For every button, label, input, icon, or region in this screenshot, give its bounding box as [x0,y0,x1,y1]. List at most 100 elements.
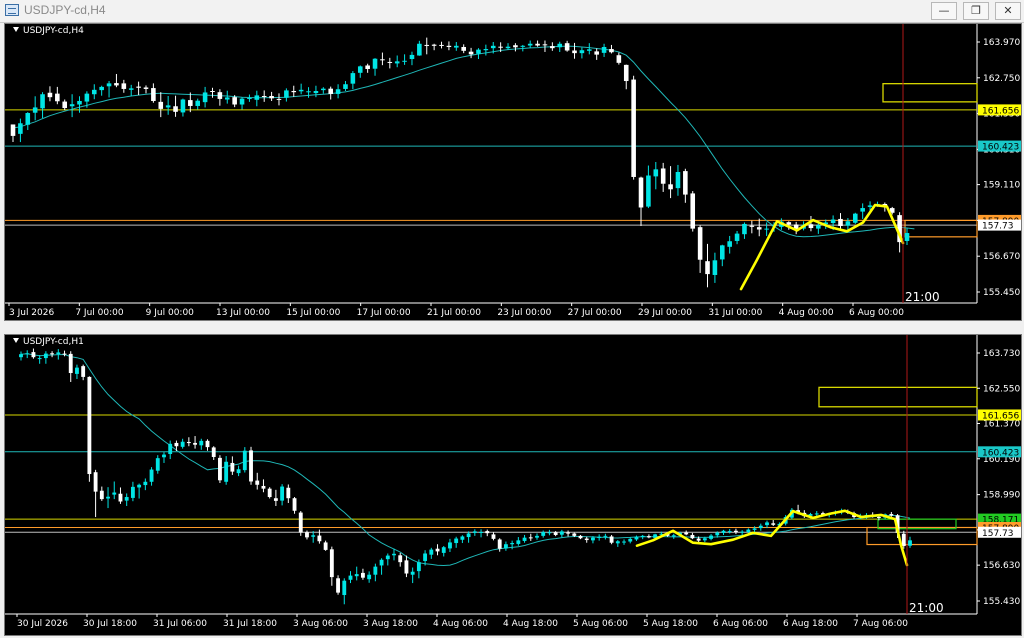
candle-body [749,225,755,227]
minimize-button[interactable]: — [931,2,957,20]
candle-body [631,79,636,177]
candle-body [446,45,452,47]
candle-body [242,450,247,471]
candle-body [522,537,527,541]
candle-body [616,55,622,63]
resistance-zone-box[interactable] [882,83,978,103]
candle-body [628,538,633,542]
candle-body [286,487,291,499]
candle-body [721,530,726,533]
candle-body [597,536,602,538]
candle-body [276,98,282,100]
candle-body [62,101,68,109]
moving-average-line [20,353,911,567]
candle-body [786,222,792,225]
price-axis-label: 163.970 [983,38,1020,48]
candle-body [43,353,48,359]
candle-body [56,352,61,355]
price-tag-label: 157.73 [982,222,1014,232]
candle-body [205,440,210,448]
dropdown-triangle-icon[interactable] [13,27,19,32]
candle-body [128,88,134,90]
date-axis-label: 17 Jul 00:00 [357,308,411,318]
candle-body [472,531,477,533]
candle-body [158,101,164,109]
candle-body [752,528,757,530]
candle-body [497,539,502,549]
h1-candlestick-chart[interactable]: 21:00163.730162.550161.370160.190158.990… [5,335,1022,636]
candle-body [321,88,326,91]
date-axis-label: 23 Jul 00:00 [497,308,551,318]
candle-body [162,454,166,458]
candle-body [416,562,421,572]
candle-body [232,97,237,105]
hand-drawn-annotation[interactable] [739,203,905,291]
candle-body [553,532,558,535]
candle-body [808,224,814,229]
candle-body [255,480,260,485]
candle-body [165,105,171,108]
chart-window-icon [5,4,19,16]
candle-body [830,219,836,224]
candle-body [460,536,465,540]
candle-body [77,100,82,105]
candle-body [572,533,577,536]
candle-body [32,107,38,113]
date-axis-label: 3 Aug 18:00 [363,619,418,629]
candle-body [559,531,564,535]
candle-body [118,493,123,502]
candle-body [845,221,851,226]
candle-body [112,492,117,495]
candle-body [740,531,745,533]
candle-body [121,83,127,89]
candle-body [348,575,353,580]
candle-body [398,555,403,563]
candle-body [771,523,776,525]
candle-body [640,535,645,538]
candle-body [439,44,444,46]
candle-body [365,65,370,69]
price-axis-label: 158.990 [983,491,1020,501]
candle-body [137,484,142,488]
price-axis-label: 155.430 [983,597,1020,607]
bottom-chart-panel[interactable]: 21:00 163.730 162.550 161.370 160.190 158.990… [4,334,1022,636]
date-axis-label: 6 Aug 00:00 [849,308,904,318]
vline-time-label: 21:00 [909,601,944,615]
candle-body [904,233,910,241]
price-tag-label: 160.423 [982,448,1019,458]
top-chart-panel[interactable]: 21:00163.970162.750161.530160.310159.110… [4,23,1022,321]
candle-body [210,91,215,93]
candle-body [683,171,688,195]
candle-body [690,193,696,229]
candle-body [671,535,676,537]
moving-average-line [12,45,915,238]
candle-body [31,352,36,358]
candle-body [267,488,272,498]
candle-body [764,228,769,230]
h4-candlestick-chart[interactable]: 21:00163.970162.750161.530160.310159.110… [5,24,1022,321]
candle-body [705,261,710,275]
candle-body [498,46,503,48]
candle-body [719,245,725,260]
close-button[interactable]: ✕ [995,2,1021,20]
candle-body [84,93,90,102]
candle-body [424,44,430,46]
candle-body [646,175,651,207]
candle-body [727,241,732,247]
candle-body [25,113,31,125]
orange-zone-box[interactable] [904,219,978,238]
candle-body [727,531,732,533]
candle-body [756,227,762,230]
restore-button[interactable]: ❐ [963,2,989,20]
candle-body [601,46,607,53]
candle-body [18,123,23,134]
resistance-zone-box[interactable] [818,386,978,408]
candle-body [547,532,552,534]
candle-body [594,51,599,55]
dropdown-triangle-icon[interactable] [13,338,19,343]
candle-body [901,533,906,547]
orange-zone-box[interactable] [866,526,978,546]
date-axis-label: 7 Jul 00:00 [75,308,124,318]
candle-body [387,61,393,63]
candle-body [542,44,548,46]
